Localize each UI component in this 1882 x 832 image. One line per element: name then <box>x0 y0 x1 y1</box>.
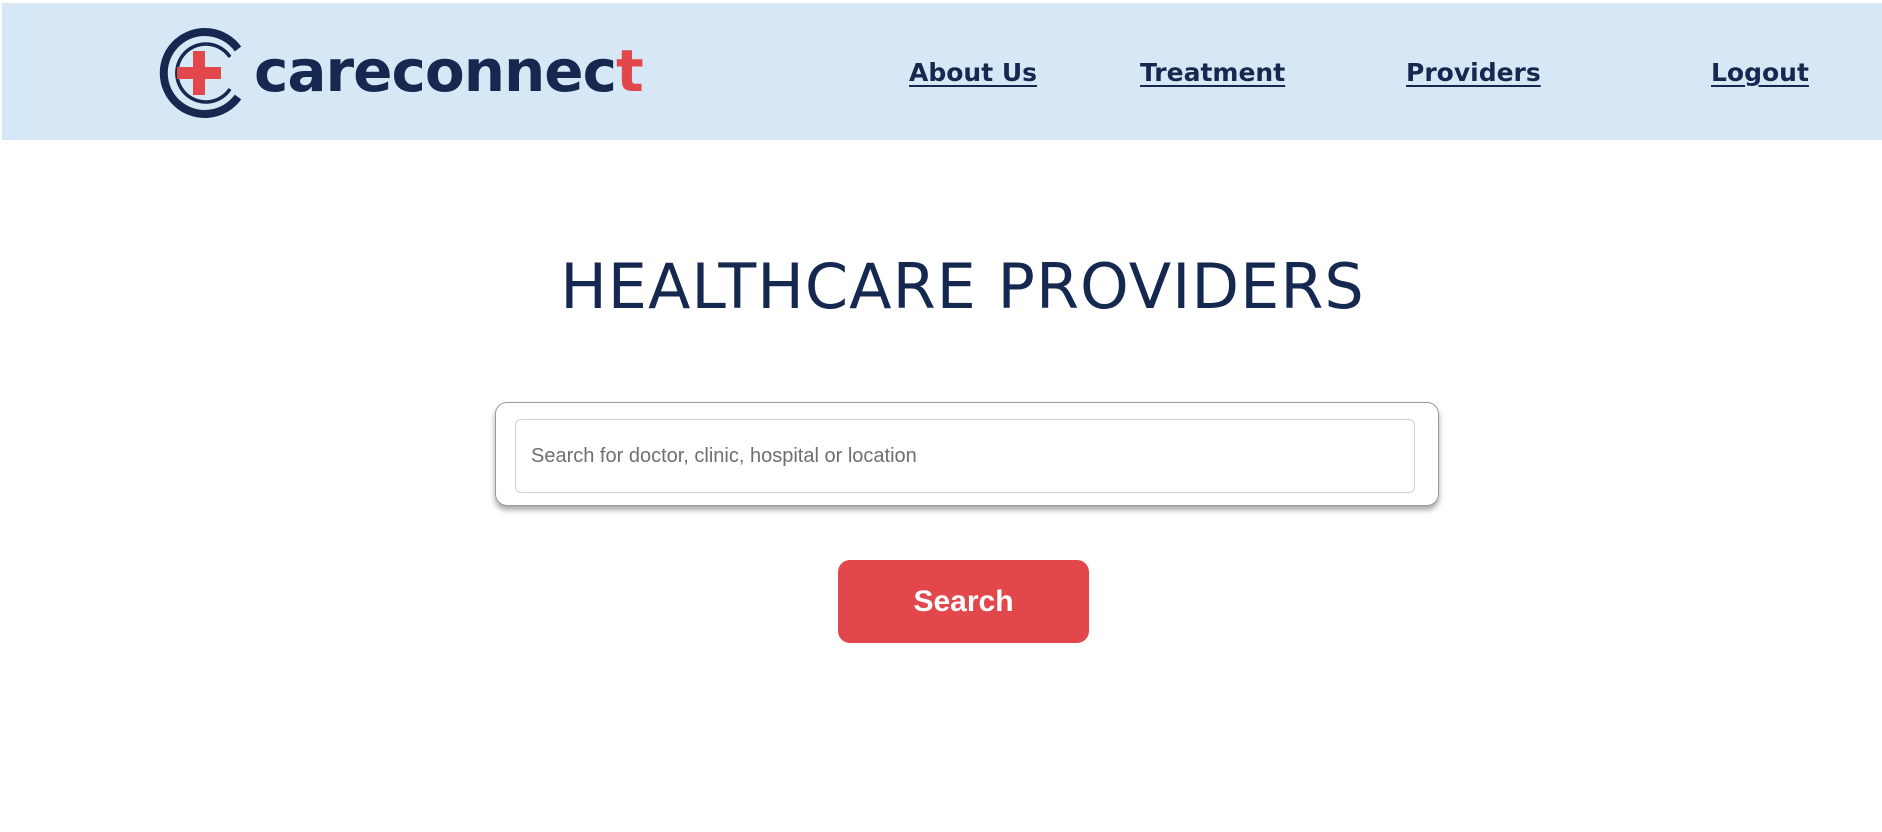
site-header: careconnect About Us Treatment Providers… <box>2 3 1882 140</box>
nav-link-about-us[interactable]: About Us <box>909 58 1037 87</box>
nav-link-treatment[interactable]: Treatment <box>1140 58 1285 87</box>
brand-wordmark-main: careconnec <box>254 37 617 105</box>
nav-link-providers[interactable]: Providers <box>1406 58 1541 87</box>
search-button[interactable]: Search <box>838 560 1089 643</box>
brand-wordmark-accent: t <box>616 37 644 105</box>
nav-link-logout[interactable]: Logout <box>1711 58 1809 87</box>
search-card <box>495 402 1439 506</box>
cross-in-c-icon <box>159 28 242 118</box>
page-title: HEALTHCARE PROVIDERS <box>560 250 1365 323</box>
brand-wordmark: careconnect <box>254 42 644 100</box>
search-input[interactable] <box>515 419 1415 493</box>
brand-logo[interactable]: careconnect <box>158 25 644 121</box>
